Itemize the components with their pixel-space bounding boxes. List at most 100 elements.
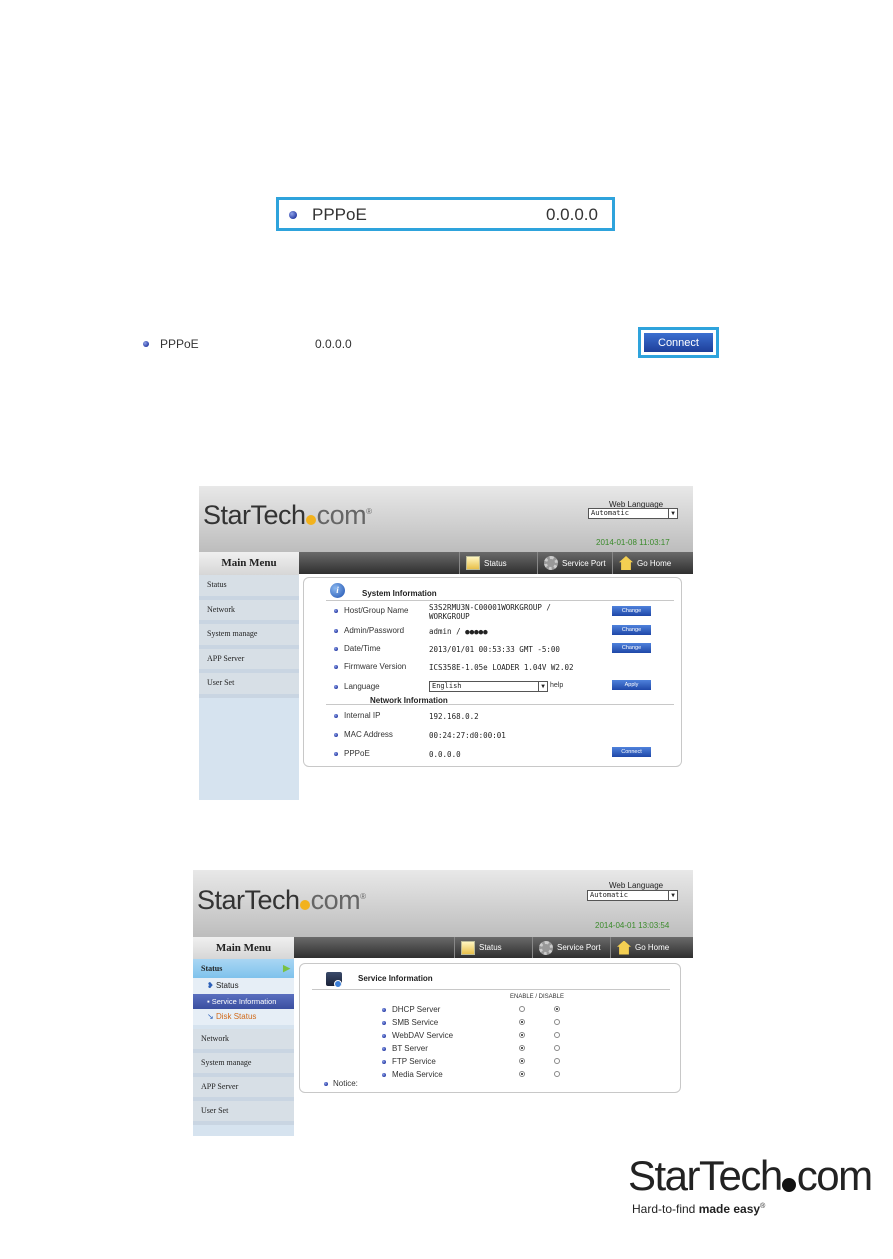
bullet-icon bbox=[334, 752, 338, 756]
service-info-panel: Service Information ENABLE / DISABLE DHC… bbox=[299, 963, 681, 1093]
main-menu: Main Menu Status ▶ ❥ Status ▪ Service In… bbox=[193, 937, 294, 1136]
chevron-down-icon: ▼ bbox=[668, 891, 677, 900]
status-icon bbox=[461, 940, 475, 955]
status-icon: ❥ bbox=[207, 981, 216, 990]
enable-disable-header: ENABLE / DISABLE bbox=[510, 994, 565, 1000]
bullet-icon bbox=[382, 1021, 386, 1025]
row-value: 00:24:27:d0:00:01 bbox=[429, 731, 506, 740]
row-label: Language bbox=[344, 682, 380, 691]
row-value: 192.168.0.2 bbox=[429, 712, 479, 721]
nav-go-home[interactable]: Go Home bbox=[610, 937, 693, 958]
bullet-icon bbox=[334, 733, 338, 737]
web-language-select[interactable]: Automatic ▼ bbox=[588, 508, 678, 519]
enable-radio[interactable] bbox=[519, 1058, 525, 1064]
pppoe-callout: PPPoE 0.0.0.0 bbox=[276, 197, 615, 231]
info-icon: i bbox=[330, 583, 345, 598]
pppoe-label: PPPoE bbox=[160, 337, 199, 351]
pppoe-value: 0.0.0.0 bbox=[315, 337, 352, 351]
bullet-icon bbox=[382, 1073, 386, 1077]
home-icon bbox=[619, 556, 633, 570]
row-label: Firmware Version bbox=[344, 662, 407, 671]
menu-item-system-manage[interactable]: System manage bbox=[193, 1053, 294, 1077]
system-info-screenshot: StarTech com® Web Language Automatic ▼ 201… bbox=[199, 486, 693, 800]
enable-radio[interactable] bbox=[519, 1019, 525, 1025]
bullet-icon bbox=[334, 647, 338, 651]
submenu-status[interactable]: ❥ Status bbox=[193, 978, 294, 994]
service-name: BT Server bbox=[392, 1044, 428, 1053]
help-link[interactable]: help bbox=[550, 682, 563, 689]
brand-logo: StarTech com Hard-to-find made easy® bbox=[628, 1152, 873, 1222]
status-icon bbox=[466, 556, 480, 570]
datetime: 2014-01-08 11:03:17 bbox=[596, 538, 670, 547]
row-value: 0.0.0.0 bbox=[429, 750, 461, 759]
change-button[interactable]: Change bbox=[612, 625, 651, 635]
submenu-service-information[interactable]: ▪ Service Information bbox=[193, 994, 294, 1009]
nav-service-port[interactable]: Service Port bbox=[532, 937, 610, 958]
datetime: 2014-04-01 13:03:54 bbox=[595, 921, 670, 930]
menu-item-network[interactable]: Network bbox=[199, 599, 299, 624]
service-info-screenshot: StarTech com® Web Language Automatic ▼ 201… bbox=[193, 870, 693, 1136]
connect-button[interactable]: Connect bbox=[644, 333, 713, 352]
bullet-icon bbox=[324, 1082, 328, 1086]
disable-radio[interactable] bbox=[554, 1006, 560, 1012]
menu-item-system-manage[interactable]: System manage bbox=[199, 624, 299, 649]
notice-label: Notice: bbox=[333, 1079, 358, 1088]
submenu-disk-status[interactable]: ↘ Disk Status bbox=[193, 1009, 294, 1025]
disable-radio[interactable] bbox=[554, 1045, 560, 1051]
enable-radio[interactable] bbox=[519, 1006, 525, 1012]
row-value: ICS358E-1.05e LOADER 1.04V W2.02 bbox=[429, 663, 574, 672]
row-value: 2013/01/01 00:53:33 GMT -5:00 bbox=[429, 645, 560, 654]
startech-logo: StarTech com® bbox=[203, 500, 372, 530]
language-select[interactable]: English ▼ bbox=[429, 681, 548, 692]
main-menu: Main Menu Status Network System manage A… bbox=[199, 552, 299, 800]
header: StarTech com® Web Language Automatic ▼ 201… bbox=[193, 870, 693, 937]
top-nav: Status Service Port Go Home bbox=[299, 552, 693, 574]
apply-button[interactable]: Apply bbox=[612, 680, 651, 690]
bullet-icon bbox=[143, 341, 149, 347]
nav-status[interactable]: Status bbox=[459, 552, 537, 574]
bullet-icon bbox=[334, 685, 338, 689]
menu-item-user-set[interactable]: User Set bbox=[199, 673, 299, 698]
system-info-panel: i System Information Host/Group Name S3S… bbox=[303, 577, 682, 767]
gear-icon bbox=[544, 556, 558, 570]
top-nav: Status Service Port Go Home bbox=[294, 937, 693, 958]
disable-radio[interactable] bbox=[554, 1071, 560, 1077]
menu-item-app-server[interactable]: APP Server bbox=[199, 648, 299, 673]
bullet-icon bbox=[334, 714, 338, 718]
change-button[interactable]: Change bbox=[612, 643, 651, 653]
row-label: Date/Time bbox=[344, 644, 381, 653]
arrow-right-icon: ▶ bbox=[283, 963, 290, 973]
main-menu-title: Main Menu bbox=[199, 552, 299, 575]
home-icon bbox=[617, 940, 631, 955]
header: StarTech com® Web Language Automatic ▼ 201… bbox=[199, 486, 693, 552]
globe-icon bbox=[334, 980, 342, 988]
enable-radio[interactable] bbox=[519, 1032, 525, 1038]
menu-item-status[interactable]: Status ▶ bbox=[193, 959, 294, 978]
connect-callout: Connect bbox=[638, 327, 719, 358]
nav-service-port[interactable]: Service Port bbox=[537, 552, 612, 574]
menu-item-network[interactable]: Network bbox=[193, 1029, 294, 1053]
pppoe-label: PPPoE bbox=[312, 205, 367, 224]
nav-go-home[interactable]: Go Home bbox=[612, 552, 693, 574]
enable-radio[interactable] bbox=[519, 1071, 525, 1077]
service-name: DHCP Server bbox=[392, 1005, 441, 1014]
row-label: PPPoE bbox=[344, 749, 370, 758]
bullet-icon bbox=[334, 629, 338, 633]
connect-button[interactable]: Connect bbox=[612, 747, 651, 757]
nav-status[interactable]: Status bbox=[454, 937, 532, 958]
menu-item-status[interactable]: Status bbox=[199, 575, 299, 600]
enable-radio[interactable] bbox=[519, 1045, 525, 1051]
web-language-label: Web Language bbox=[609, 881, 664, 890]
row-label: Host/Group Name bbox=[344, 606, 409, 615]
menu-item-app-server[interactable]: APP Server bbox=[193, 1077, 294, 1101]
pppoe-value: 0.0.0.0 bbox=[546, 205, 598, 224]
row-value: admin / ●●●●● bbox=[429, 627, 488, 636]
disable-radio[interactable] bbox=[554, 1019, 560, 1025]
bullet-icon bbox=[382, 1060, 386, 1064]
change-button[interactable]: Change bbox=[612, 606, 651, 616]
web-language-select[interactable]: Automatic ▼ bbox=[587, 890, 678, 901]
disable-radio[interactable] bbox=[554, 1032, 560, 1038]
disable-radio[interactable] bbox=[554, 1058, 560, 1064]
bullet-icon bbox=[382, 1034, 386, 1038]
menu-item-user-set[interactable]: User Set bbox=[193, 1101, 294, 1125]
